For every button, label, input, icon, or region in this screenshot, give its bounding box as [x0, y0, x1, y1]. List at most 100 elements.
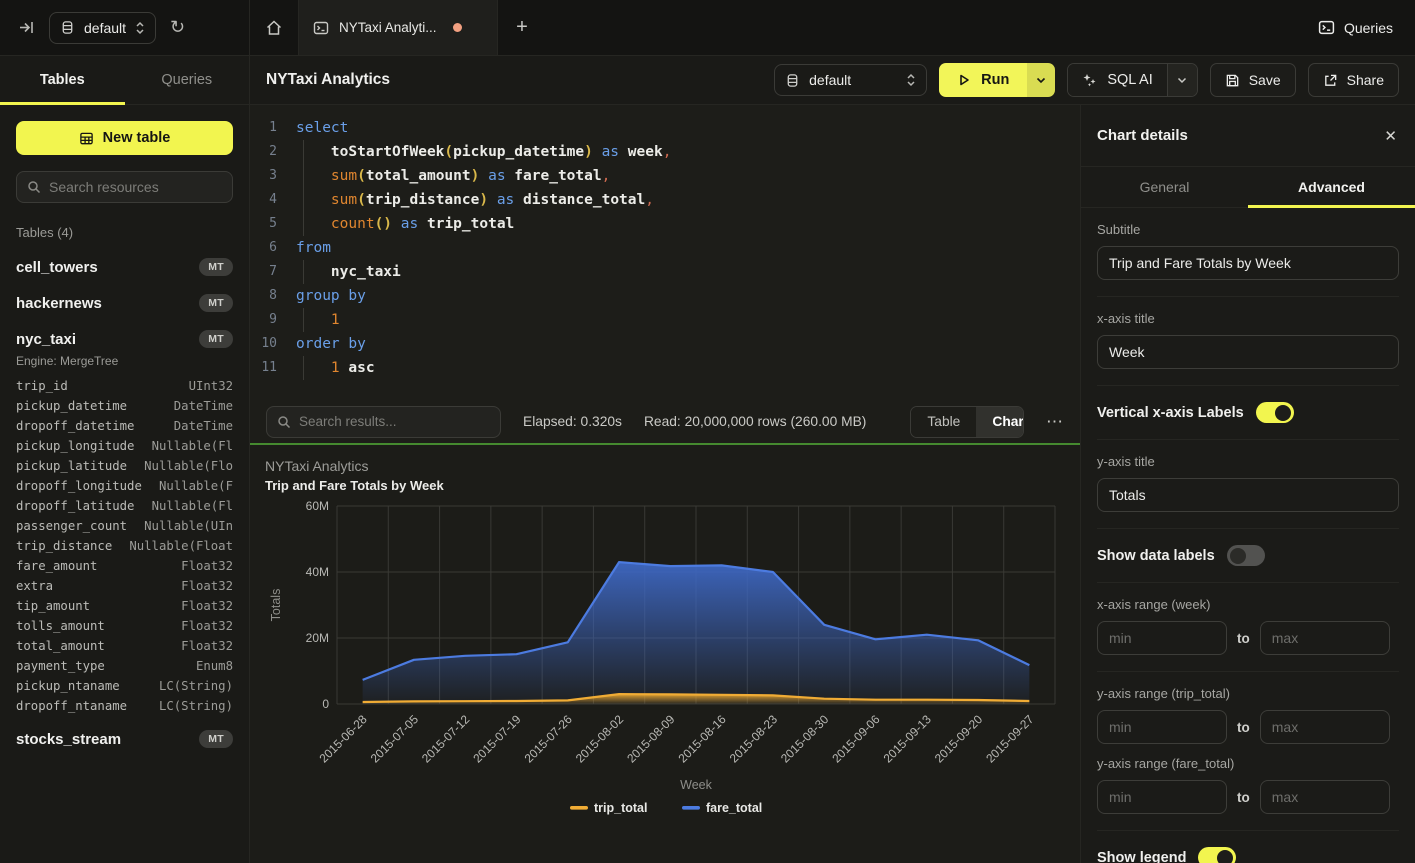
yrange-fare-min-input[interactable]	[1097, 780, 1227, 814]
area-chart[interactable]: 020M40M60M2015-06-282015-07-052015-07-12…	[250, 445, 1080, 861]
view-toggle-chart[interactable]: Chart	[976, 407, 1024, 437]
elapsed-stat: Elapsed: 0.320s	[523, 414, 622, 429]
column-name: dropoff_longitude	[16, 479, 142, 493]
save-button[interactable]: Save	[1210, 63, 1296, 97]
code-line: 7 nyc_taxi	[250, 260, 1080, 284]
column-name: total_amount	[16, 639, 105, 653]
run-button[interactable]: Run	[939, 63, 1027, 97]
tab-title: NYTaxi Analyti...	[339, 20, 437, 35]
code-line: 11 1 asc	[250, 356, 1080, 380]
code-line: 10order by	[250, 332, 1080, 356]
more-options-button[interactable]: ⋯	[1046, 412, 1064, 432]
column-row: pickup_ntanameLC(String)	[16, 676, 233, 696]
show-legend-label: Show legend	[1097, 850, 1186, 863]
top-bar: default ↻ NYTaxi Analyti... + Queries	[0, 0, 1415, 56]
yrange-fare-max-input[interactable]	[1260, 780, 1390, 814]
code-text: nyc_taxi	[294, 260, 401, 284]
column-name: fare_amount	[16, 559, 97, 573]
sql-editor[interactable]: 1select2 toStartOfWeek(pickup_datetime) …	[250, 105, 1080, 400]
x-tick-label: 2015-08-09	[624, 712, 678, 766]
yrange-trip-min-input[interactable]	[1097, 710, 1227, 744]
collapse-sidebar-icon[interactable]	[18, 19, 35, 36]
line-number: 8	[250, 284, 294, 308]
subtitle-input[interactable]	[1097, 246, 1399, 280]
column-row: passenger_count Nullable(UIn	[16, 516, 233, 536]
run-options-caret[interactable]	[1027, 63, 1055, 97]
sidebar-tab-queries[interactable]: Queries	[125, 56, 250, 104]
chevron-updown-icon	[135, 21, 145, 35]
column-type: Float32	[181, 579, 233, 593]
x-tick-label: 2015-08-23	[727, 712, 781, 766]
resource-search-input[interactable]	[49, 179, 222, 195]
table-item-cell-towers[interactable]: cell_towers MT	[16, 258, 233, 276]
chart-panel: NYTaxi Analytics Trip and Fare Totals by…	[250, 445, 1080, 863]
y-axis-title: Totals	[269, 589, 283, 622]
home-tab[interactable]	[250, 0, 298, 55]
xaxis-title-input[interactable]	[1097, 335, 1399, 369]
x-tick-label: 2015-07-12	[419, 712, 473, 766]
tab-nytaxi-analytics[interactable]: NYTaxi Analyti...	[298, 0, 498, 55]
column-name: trip_id	[16, 379, 68, 393]
run-database-selector[interactable]: default	[774, 64, 927, 96]
xrange-min-input[interactable]	[1097, 621, 1227, 655]
table-engine-label: Engine: MergeTree	[16, 354, 233, 368]
sql-ai-button[interactable]: SQL AI	[1068, 64, 1166, 96]
results-search[interactable]	[266, 406, 501, 438]
sql-ai-label: SQL AI	[1107, 72, 1152, 88]
sql-ai-caret[interactable]	[1167, 64, 1197, 96]
table-item-nyc-taxi[interactable]: nyc_taxi MT	[16, 330, 233, 348]
legend-label[interactable]: fare_total	[706, 801, 762, 815]
yrange-trip-max-input[interactable]	[1260, 710, 1390, 744]
new-table-button[interactable]: New table	[16, 121, 233, 155]
play-icon	[957, 73, 971, 87]
legend-label[interactable]: trip_total	[594, 801, 647, 815]
column-row: pickup_latitudeNullable(Flo	[16, 456, 233, 476]
chevron-updown-icon	[906, 73, 916, 87]
header-row: Tables Queries NYTaxi Analytics default …	[0, 56, 1415, 105]
database-selector[interactable]: default	[49, 12, 156, 44]
column-type: Nullable(UIn	[144, 519, 233, 533]
x-tick-label: 2015-08-02	[573, 712, 627, 766]
x-tick-label: 2015-06-28	[316, 712, 370, 766]
data-labels-toggle[interactable]	[1227, 545, 1265, 566]
column-row: trip_distanceNullable(Float	[16, 536, 233, 556]
x-tick-label: 2015-09-13	[881, 712, 935, 766]
tab-general[interactable]: General	[1081, 167, 1248, 207]
vertical-labels-toggle[interactable]	[1256, 402, 1294, 423]
queries-button-label: Queries	[1344, 20, 1393, 36]
refresh-icon[interactable]: ↻	[170, 17, 185, 38]
panel-title: Chart details	[1097, 127, 1188, 144]
yrange-fare-field-group: y-axis range (fare_total) to	[1097, 748, 1399, 831]
view-toggle-table[interactable]: Table	[911, 407, 976, 437]
table-item-hackernews[interactable]: hackernews MT	[16, 294, 233, 312]
xrange-max-input[interactable]	[1260, 621, 1390, 655]
y-tick-label: 40M	[306, 565, 329, 579]
new-tab-button[interactable]: +	[498, 0, 546, 55]
column-name: dropoff_ntaname	[16, 699, 127, 713]
column-name: passenger_count	[16, 519, 127, 533]
code-line: 4 sum(trip_distance) as distance_total,	[250, 188, 1080, 212]
resource-search[interactable]	[16, 171, 233, 203]
tab-advanced[interactable]: Advanced	[1248, 167, 1415, 207]
code-text: 1 asc	[294, 356, 375, 380]
column-row: pickup_longitudeNullable(Fl	[16, 436, 233, 456]
table-item-stocks-stream[interactable]: stocks_stream MT	[16, 730, 233, 748]
column-type: Nullable(F	[159, 479, 233, 493]
yaxis-title-input[interactable]	[1097, 478, 1399, 512]
share-button[interactable]: Share	[1308, 63, 1399, 97]
y-tick-label: 60M	[306, 499, 329, 513]
queries-button[interactable]: Queries	[1296, 0, 1415, 55]
show-legend-toggle[interactable]	[1198, 847, 1236, 863]
engine-badge: MT	[199, 330, 233, 348]
show-legend-row: Show legend	[1097, 831, 1399, 863]
column-row: total_amountFloat32	[16, 636, 233, 656]
close-icon[interactable]: ✕	[1384, 127, 1397, 145]
sidebar-tab-tables[interactable]: Tables	[0, 56, 125, 104]
results-search-input[interactable]	[299, 414, 490, 429]
home-icon	[265, 19, 283, 37]
query-header: NYTaxi Analytics default Run	[250, 56, 1415, 104]
sidebar: New table Tables (4) cell_towers MT hack…	[0, 105, 250, 863]
column-type: Float32	[181, 599, 233, 613]
run-button-group: Run	[939, 63, 1055, 97]
code-text: sum(total_amount) as fare_total,	[294, 164, 610, 188]
